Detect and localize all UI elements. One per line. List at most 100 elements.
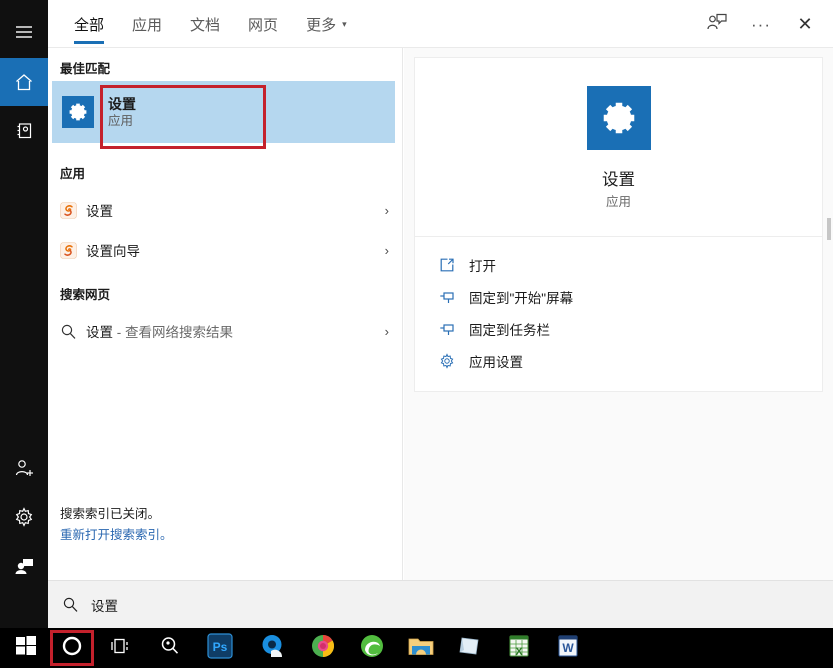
open-external-icon bbox=[439, 257, 469, 273]
tab-more[interactable]: 更多 ▾ bbox=[292, 0, 361, 48]
excel-button[interactable]: X bbox=[497, 628, 541, 668]
action-label: 应用设置 bbox=[469, 355, 523, 370]
list-item-web-search[interactable]: 设置 - 查看网络搜索结果 › bbox=[48, 311, 403, 351]
app-actions: 打开 固定到"开始"屏幕 固定到任务栏 应用设置 bbox=[415, 237, 822, 391]
search-flyout-window: 全部 应用 文档 网页 更多 ▾ ··· ✕ 最佳匹配 设置 应用 应用 设置 … bbox=[0, 0, 833, 668]
best-match-item[interactable]: 设置 应用 bbox=[52, 81, 395, 143]
action-pin-to-taskbar[interactable]: 固定到任务栏 bbox=[439, 313, 822, 345]
app-identity: 设置 应用 bbox=[415, 58, 822, 237]
preview-app-name: 设置 bbox=[602, 171, 635, 189]
sogou-s-icon bbox=[60, 241, 86, 259]
taskbar: Ps X W bbox=[0, 628, 833, 668]
more-options-button[interactable]: ··· bbox=[739, 4, 783, 44]
hamburger-icon bbox=[15, 25, 33, 39]
sidebar-item-add-person[interactable] bbox=[0, 444, 48, 492]
tab-web[interactable]: 网页 bbox=[234, 0, 292, 48]
note-icon bbox=[457, 634, 483, 663]
list-item-label: 设置 - 查看网络搜索结果 bbox=[86, 321, 385, 341]
reenable-index-link[interactable]: 重新打开搜索索引。 bbox=[60, 525, 173, 546]
scrollbar-thumb[interactable] bbox=[827, 218, 831, 240]
chevron-right-icon[interactable]: › bbox=[385, 243, 395, 258]
tab-all-label: 全部 bbox=[74, 16, 105, 34]
search-everything-button[interactable] bbox=[148, 628, 192, 668]
list-item-app-settings-wizard[interactable]: 设置向导 › bbox=[48, 230, 403, 270]
results-column: 最佳匹配 设置 应用 应用 设置 › 设置向导 › 搜索网页 设置 - 查看网络… bbox=[48, 48, 403, 580]
hamburger-button[interactable] bbox=[0, 8, 48, 56]
search-input-bar[interactable]: 设置 bbox=[48, 580, 833, 628]
settings-gear-tile bbox=[586, 86, 651, 150]
qq-browser-icon bbox=[260, 633, 286, 664]
word-icon: W bbox=[556, 634, 580, 663]
svg-text:Ps: Ps bbox=[213, 640, 228, 654]
preview-app-kind: 应用 bbox=[605, 195, 631, 209]
chrome-icon bbox=[310, 633, 336, 664]
sogou-s-icon bbox=[60, 201, 86, 219]
tab-apps[interactable]: 应用 bbox=[118, 0, 176, 48]
magnifier-q-icon bbox=[159, 635, 181, 662]
chevron-right-icon[interactable]: › bbox=[385, 324, 395, 339]
task-view-icon bbox=[109, 636, 131, 661]
action-label: 打开 bbox=[469, 259, 496, 274]
windows-logo-icon bbox=[16, 635, 36, 661]
sidebar-item-collections[interactable] bbox=[0, 106, 48, 154]
task-view-button[interactable] bbox=[98, 628, 142, 668]
list-item-label: 设置向导 bbox=[86, 244, 140, 259]
start-button[interactable] bbox=[4, 628, 48, 668]
svg-text:X: X bbox=[515, 646, 523, 658]
action-pin-to-start[interactable]: 固定到"开始"屏幕 bbox=[439, 281, 822, 313]
close-icon: ✕ bbox=[797, 14, 813, 34]
list-item-app-settings[interactable]: 设置 › bbox=[48, 190, 403, 230]
photoshop-icon: Ps bbox=[207, 632, 233, 664]
sidebar-item-home[interactable] bbox=[0, 58, 48, 106]
sidebar-item-settings[interactable] bbox=[0, 493, 48, 541]
settings-gear-tile bbox=[62, 96, 94, 128]
action-label: 固定到"开始"屏幕 bbox=[469, 291, 574, 306]
sidebar-item-feedback[interactable] bbox=[0, 542, 48, 590]
tab-list: 全部 应用 文档 网页 更多 ▾ bbox=[60, 0, 361, 48]
action-label: 固定到任务栏 bbox=[469, 323, 550, 338]
feedback-button[interactable] bbox=[695, 4, 739, 44]
tab-all[interactable]: 全部 bbox=[60, 0, 118, 48]
cortana-button[interactable] bbox=[50, 628, 94, 668]
tab-documents[interactable]: 文档 bbox=[176, 0, 234, 48]
search-icon bbox=[60, 323, 86, 340]
search-index-notice: 搜索索引已关闭。 重新打开搜索索引。 bbox=[60, 504, 173, 546]
notebook-icon bbox=[15, 121, 34, 140]
best-match-text: 设置 应用 bbox=[108, 95, 136, 130]
pin-icon bbox=[439, 289, 469, 305]
file-explorer-button[interactable] bbox=[399, 628, 443, 668]
tab-bar: 全部 应用 文档 网页 更多 ▾ ··· ✕ bbox=[48, 0, 833, 48]
group-title-best-match: 最佳匹配 bbox=[60, 62, 111, 76]
search-input[interactable]: 设置 bbox=[91, 595, 118, 615]
list-item-label: 设置 bbox=[86, 204, 113, 219]
chrome-button[interactable] bbox=[301, 628, 345, 668]
word-button[interactable]: W bbox=[546, 628, 590, 668]
best-match-subtitle: 应用 bbox=[108, 113, 134, 128]
person-add-icon bbox=[14, 458, 35, 478]
excel-icon: X bbox=[507, 634, 531, 663]
photoshop-button[interactable]: Ps bbox=[198, 628, 242, 668]
pin-icon bbox=[439, 321, 469, 337]
edge-legacy-button[interactable] bbox=[350, 628, 394, 668]
web-query-text: 设置 bbox=[86, 325, 113, 340]
edge-legacy-icon bbox=[359, 633, 385, 664]
tab-more-label: 更多 bbox=[306, 16, 337, 34]
header-actions: ··· ✕ bbox=[695, 0, 827, 48]
tab-apps-label: 应用 bbox=[132, 16, 163, 34]
notice-text: 搜索索引已关闭。 bbox=[60, 507, 161, 521]
search-icon bbox=[62, 596, 79, 613]
gear-outline-icon bbox=[439, 353, 469, 369]
folder-icon bbox=[408, 634, 434, 663]
left-rail bbox=[0, 0, 48, 628]
best-match-title: 设置 bbox=[108, 95, 136, 112]
tab-documents-label: 文档 bbox=[190, 16, 221, 34]
notes-app-button[interactable] bbox=[448, 628, 492, 668]
action-app-settings[interactable]: 应用设置 bbox=[439, 345, 822, 377]
ellipsis-icon: ··· bbox=[751, 14, 771, 34]
cortana-circle-icon bbox=[61, 635, 83, 662]
chevron-right-icon[interactable]: › bbox=[385, 203, 395, 218]
close-button[interactable]: ✕ bbox=[783, 4, 827, 44]
tab-web-label: 网页 bbox=[248, 16, 279, 34]
action-open[interactable]: 打开 bbox=[439, 249, 822, 281]
qq-browser-button[interactable] bbox=[251, 628, 295, 668]
